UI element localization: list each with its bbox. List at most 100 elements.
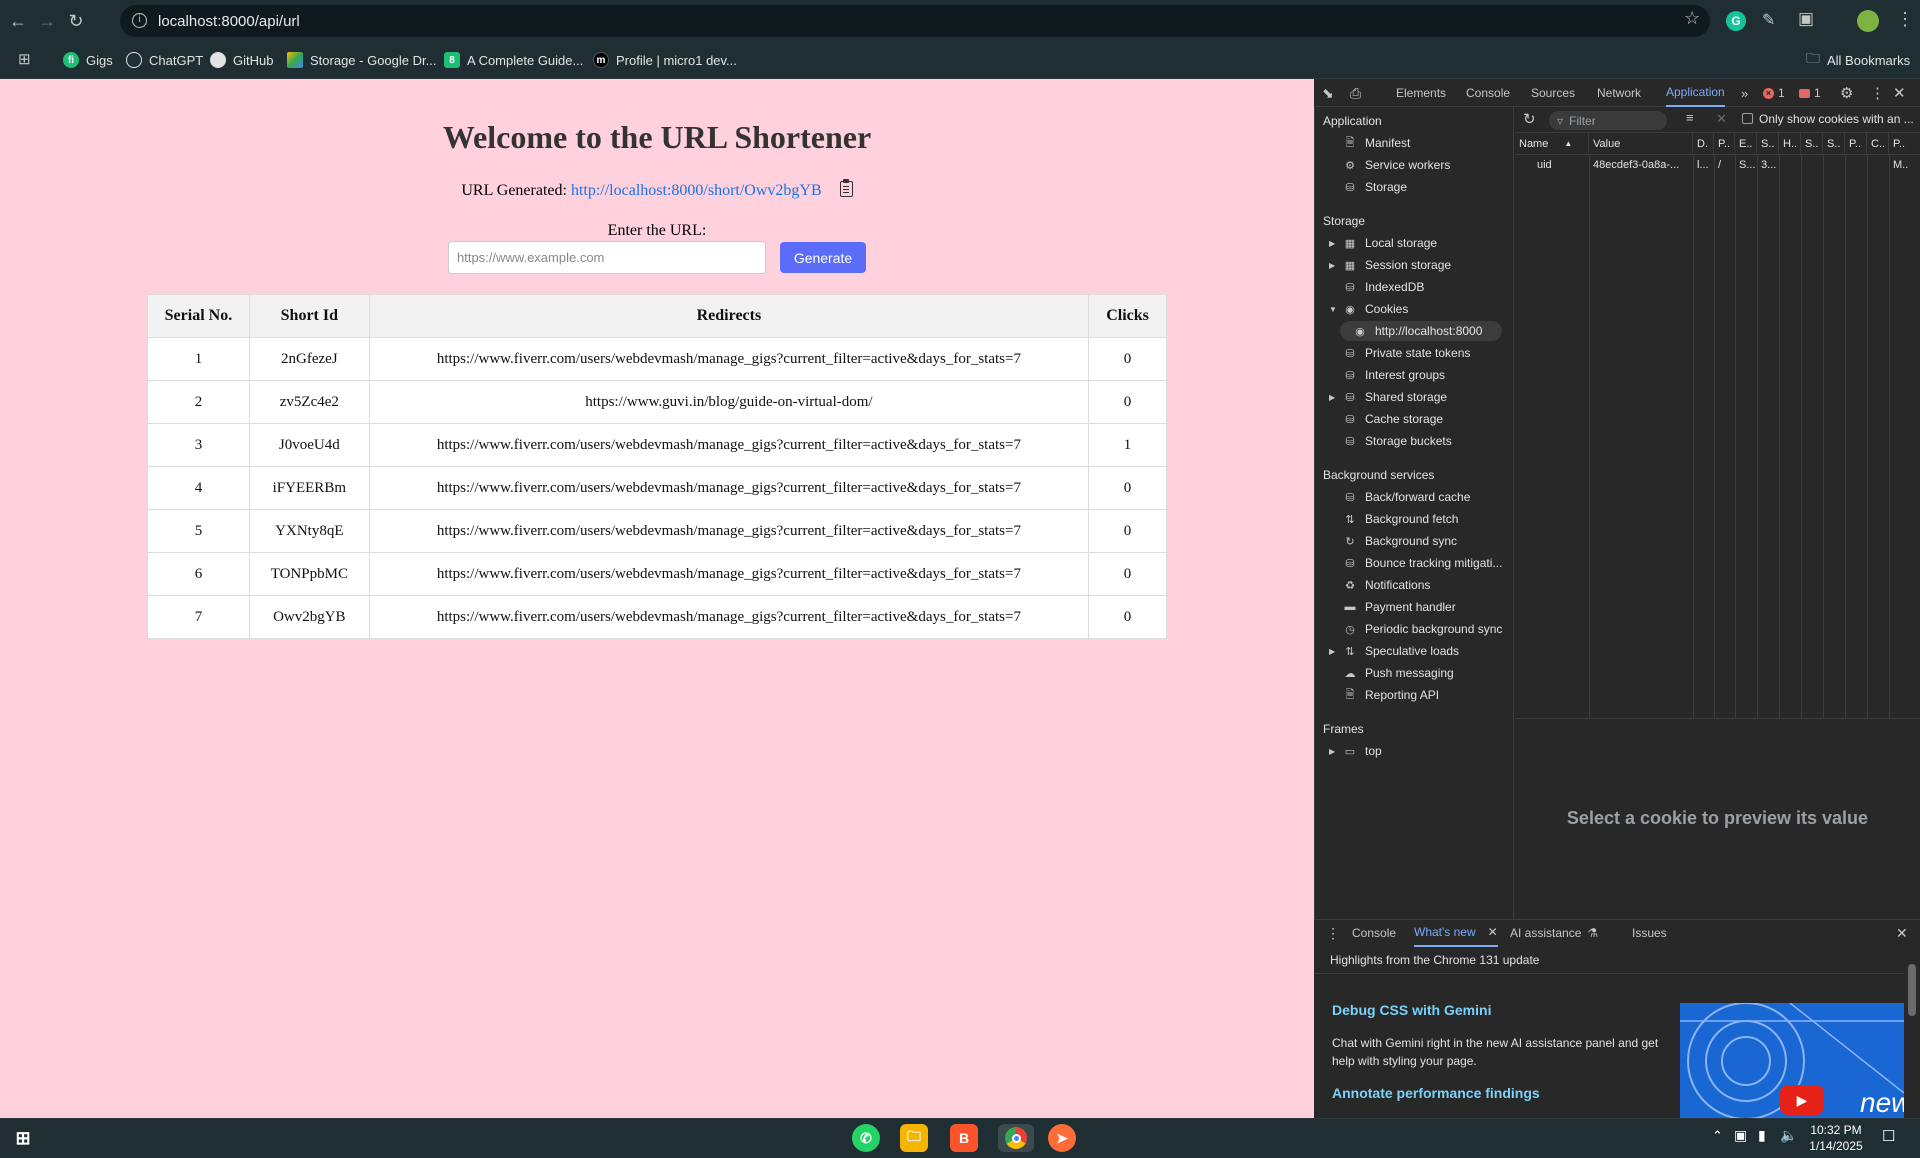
clear-filtered-icon[interactable]: ≡	[1686, 110, 1694, 125]
cookie-col-partition[interactable]: P..	[1845, 133, 1867, 155]
cookie-col-path[interactable]: P..	[1714, 133, 1735, 155]
address-bar[interactable]: i localhost:8000/api/url ☆	[120, 5, 1710, 37]
windows-start-icon[interactable]: ⊞	[9, 1124, 37, 1152]
devtools-settings-icon[interactable]: ⚙	[1840, 79, 1853, 107]
only-show-issues-checkbox[interactable]	[1742, 113, 1753, 124]
whats-new-heading-gemini[interactable]: Debug CSS with Gemini	[1332, 1002, 1491, 1018]
tab-console[interactable]: Console	[1466, 79, 1510, 107]
expand-arrow-icon[interactable]: ▶	[1329, 647, 1335, 656]
dropper-extension-icon[interactable]: ✎	[1762, 10, 1775, 30]
grammarly-extension-icon[interactable]: G	[1726, 11, 1746, 31]
sidebar-item-private-state-tokens[interactable]: ⛁ Private state tokens	[1342, 343, 1470, 363]
sidebar-item-shared-storage[interactable]: ▶ ⛁ Shared storage	[1329, 387, 1447, 407]
bookmark-micro1[interactable]: m Profile | micro1 dev...	[593, 48, 737, 72]
sidebar-item-storage-buckets[interactable]: ⛁ Storage buckets	[1342, 431, 1451, 451]
expand-arrow-icon[interactable]: ▶	[1329, 261, 1335, 270]
extensions-icon[interactable]: ▣	[1798, 9, 1814, 29]
cookie-filter-input[interactable]: ▿ Filter	[1549, 111, 1667, 130]
drawer-scrollbar[interactable]	[1904, 948, 1920, 1118]
drawer-tab-whats-new[interactable]: What's new ✕	[1414, 919, 1498, 947]
sidebar-item-manifest[interactable]: 🗎 Manifest	[1342, 133, 1411, 153]
sidebar-item-storage[interactable]: ⛁ Storage	[1342, 177, 1407, 197]
back-icon[interactable]: ←	[5, 8, 31, 34]
battery-icon[interactable]: ▮	[1758, 1127, 1766, 1144]
tab-network[interactable]: Network	[1597, 79, 1641, 107]
system-clock[interactable]: 10:32 PM 1/14/2025	[1806, 1122, 1866, 1154]
sidebar-item-periodic-sync[interactable]: ◷ Periodic background sync	[1342, 619, 1502, 639]
clipboard-icon[interactable]	[839, 179, 853, 197]
sidebar-item-bfcache[interactable]: ⛁ Back/forward cache	[1342, 487, 1470, 507]
scrollbar-thumb[interactable]	[1908, 964, 1916, 1016]
video-thumbnail[interactable]: ▶ new	[1680, 1003, 1904, 1118]
device-toolbar-icon[interactable]: ⎙	[1350, 79, 1361, 107]
more-tabs-icon[interactable]: »	[1741, 79, 1748, 107]
sidebar-item-reporting-api[interactable]: 🗎 Reporting API	[1342, 685, 1439, 705]
brave-icon[interactable]: B	[950, 1124, 978, 1152]
expand-arrow-icon[interactable]: ▶	[1329, 393, 1335, 402]
expand-arrow-icon[interactable]: ▶	[1329, 239, 1335, 248]
tab-application[interactable]: Application	[1666, 79, 1725, 107]
bookmark-chatgpt[interactable]: ChatGPT	[126, 48, 203, 72]
show-hidden-icons[interactable]: ⌃	[1712, 1128, 1723, 1144]
forward-icon[interactable]: →	[34, 8, 60, 34]
devtools-menu-icon[interactable]: ⋮	[1870, 79, 1885, 107]
whatsapp-icon[interactable]: ✆	[852, 1124, 880, 1152]
sidebar-item-session-storage[interactable]: ▶ ▦ Session storage	[1329, 255, 1451, 275]
bookmark-star-icon[interactable]: ☆	[1684, 8, 1700, 29]
cookie-col-httponly[interactable]: H..	[1779, 133, 1801, 155]
delete-selected-icon[interactable]: ✕	[1716, 111, 1727, 127]
network-icon[interactable]: ▣	[1734, 1127, 1747, 1144]
file-explorer-icon[interactable]: 🗀	[900, 1124, 928, 1152]
devtools-close-icon[interactable]: ✕	[1893, 79, 1906, 107]
sidebar-item-background-fetch[interactable]: ⇅ Background fetch	[1342, 509, 1458, 529]
sidebar-item-cookies[interactable]: ▼ ◉ Cookies	[1329, 299, 1408, 319]
sidebar-item-frame-top[interactable]: ▶ ▭ top	[1329, 741, 1382, 761]
sidebar-item-local-storage[interactable]: ▶ ▦ Local storage	[1329, 233, 1437, 253]
postman-icon[interactable]: ➤	[1048, 1124, 1076, 1152]
drawer-tab-ai-assistance[interactable]: AI assistance ⚗	[1510, 919, 1598, 947]
refresh-icon[interactable]: ↻	[1523, 110, 1536, 128]
sidebar-item-notifications[interactable]: ♻ Notifications	[1342, 575, 1430, 595]
tab-sources[interactable]: Sources	[1531, 79, 1575, 107]
sidebar-item-cache-storage[interactable]: ⛁ Cache storage	[1342, 409, 1443, 429]
drawer-tab-issues[interactable]: Issues	[1632, 919, 1667, 947]
cookie-col-samesite[interactable]: S..	[1823, 133, 1845, 155]
cookie-col-priority[interactable]: P..	[1889, 133, 1920, 155]
generated-url-link[interactable]: http://localhost:8000/short/Owv2bgYB	[571, 182, 822, 199]
bookmark-github[interactable]: GitHub	[210, 48, 273, 72]
sidebar-item-service-workers[interactable]: ⚙ Service workers	[1342, 155, 1450, 175]
error-counter[interactable]: × 1	[1763, 79, 1785, 107]
cookie-col-secure[interactable]: S..	[1801, 133, 1823, 155]
sidebar-item-bounce-tracking[interactable]: ⛁ Bounce tracking mitigati...	[1342, 553, 1502, 573]
generate-button[interactable]: Generate	[780, 242, 866, 273]
cookie-col-crosssite[interactable]: C..	[1867, 133, 1889, 155]
volume-icon[interactable]: 🔈	[1780, 1127, 1797, 1144]
bookmark-google-drive[interactable]: Storage - Google Dr...	[287, 48, 436, 72]
cookie-col-size[interactable]: S..	[1757, 133, 1779, 155]
bookmark-complete-guide[interactable]: 8A Complete Guide...	[444, 48, 583, 72]
notification-center-icon[interactable]: ☐	[1882, 1127, 1895, 1145]
url-input[interactable]	[448, 241, 766, 274]
menu-kebab-icon[interactable]: ⋮	[1896, 9, 1914, 30]
profile-avatar[interactable]	[1857, 10, 1879, 32]
sidebar-item-cookie-origin[interactable]: ◉ http://localhost:8000	[1340, 321, 1503, 341]
cookie-col-expires[interactable]: E..	[1735, 133, 1757, 155]
sidebar-item-payment-handler[interactable]: ▬ Payment handler	[1342, 597, 1456, 617]
bookmark-gigs[interactable]: fi Gigs	[63, 48, 113, 72]
apps-grid-icon[interactable]: ⊞	[18, 50, 31, 68]
chrome-taskbar-icon[interactable]	[998, 1124, 1034, 1152]
tab-elements[interactable]: Elements	[1396, 79, 1446, 107]
all-bookmarks[interactable]: 🗀 All Bookmarks	[1806, 48, 1910, 72]
sidebar-item-speculative-loads[interactable]: ▶ ⇅ Speculative loads	[1329, 641, 1459, 661]
inspect-element-icon[interactable]: ⬊	[1322, 79, 1334, 107]
cookie-col-value[interactable]: Value	[1589, 133, 1693, 155]
sidebar-item-push-messaging[interactable]: ☁ Push messaging	[1342, 663, 1454, 683]
reload-icon[interactable]: ↻	[63, 8, 89, 34]
cookie-col-name[interactable]: Name ▲	[1515, 133, 1589, 155]
expand-arrow-icon[interactable]: ▶	[1329, 747, 1335, 756]
youtube-play-icon[interactable]: ▶	[1780, 1085, 1824, 1115]
issue-counter[interactable]: 1	[1799, 79, 1821, 107]
drawer-tab-console[interactable]: Console	[1352, 919, 1396, 947]
sidebar-item-background-sync[interactable]: ↻ Background sync	[1342, 531, 1457, 551]
cookie-col-domain[interactable]: D.	[1693, 133, 1714, 155]
